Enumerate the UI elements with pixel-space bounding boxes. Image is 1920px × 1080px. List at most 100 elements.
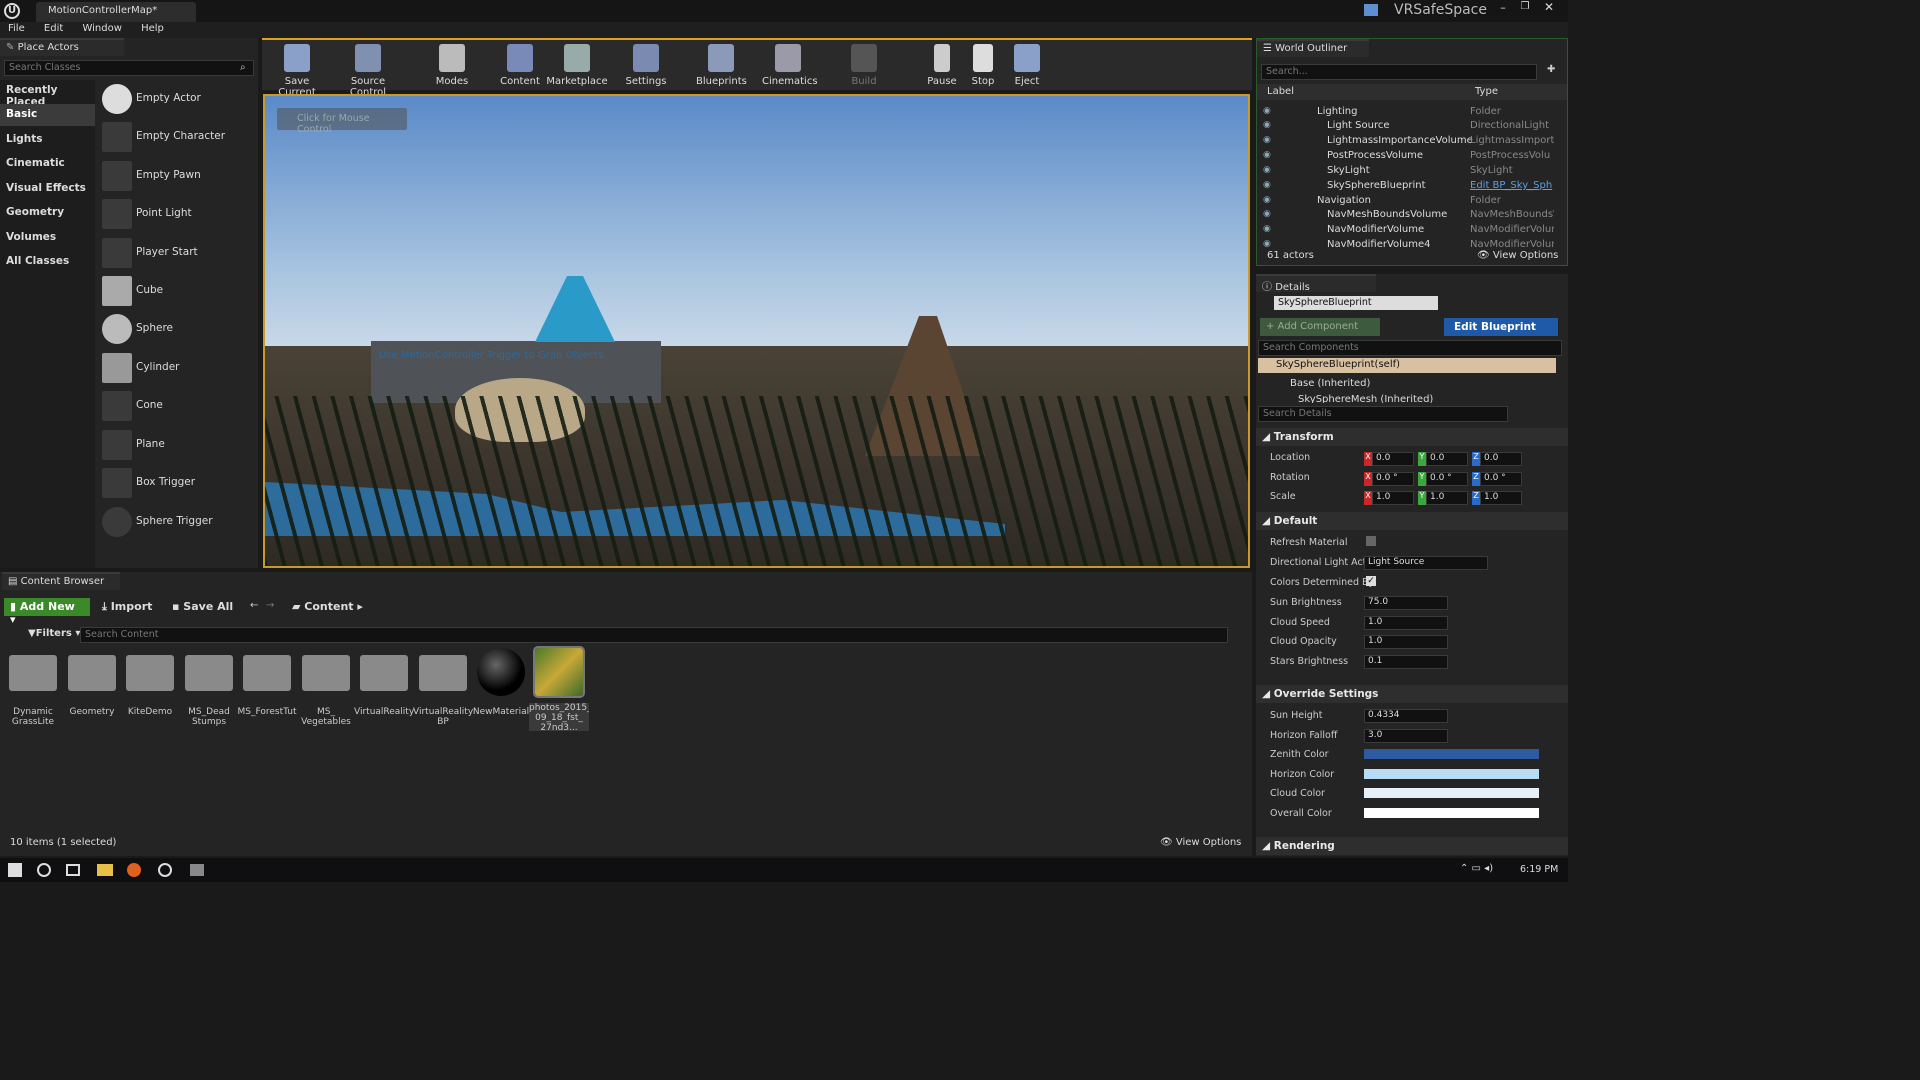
- outliner-row[interactable]: ◉ LightmassImportanceVolume LightmassImpor…: [1257, 134, 1557, 149]
- transform-section[interactable]: ◢ Transform: [1256, 428, 1568, 446]
- object-name-field[interactable]: SkySphereBlueprint: [1274, 296, 1438, 310]
- outliner-row[interactable]: ◉ Navigation Folder: [1257, 194, 1557, 209]
- cloud-color-swatch[interactable]: [1364, 788, 1539, 798]
- build-button[interactable]: Build: [846, 42, 882, 87]
- category-geometry[interactable]: Geometry: [0, 202, 95, 224]
- location-z-field[interactable]: 0.0: [1480, 452, 1522, 466]
- component-self-row[interactable]: SkySphereBlueprint(self): [1258, 358, 1556, 373]
- visibility-eye-icon[interactable]: ◉: [1263, 180, 1271, 190]
- refresh-material-checkbox[interactable]: [1366, 536, 1376, 546]
- category-lights[interactable]: Lights: [0, 129, 95, 151]
- search-details-input[interactable]: Search Details: [1258, 406, 1508, 422]
- stop-button[interactable]: Stop: [968, 42, 998, 87]
- horizon-falloff-field[interactable]: 3.0: [1364, 729, 1448, 743]
- visibility-eye-icon[interactable]: ◉: [1263, 239, 1271, 249]
- type-column-header[interactable]: Type: [1475, 86, 1498, 97]
- add-new-button[interactable]: ▮ Add New ▾: [4, 598, 90, 626]
- outliner-row[interactable]: ◉ NavMeshBoundsVolume NavMeshBounds\: [1257, 208, 1557, 223]
- cinematics-button[interactable]: Cinematics: [762, 42, 818, 87]
- pause-button[interactable]: Pause: [926, 42, 958, 87]
- sun-brightness-field[interactable]: 75.0: [1364, 596, 1448, 610]
- content-button[interactable]: Content: [498, 42, 542, 87]
- folder-icon[interactable]: [360, 655, 408, 691]
- actor-empty-actor[interactable]: Empty Actor: [100, 82, 255, 116]
- folder-icon[interactable]: [243, 655, 291, 691]
- actor-box-trigger[interactable]: Box Trigger: [100, 466, 255, 500]
- folder-icon[interactable]: [9, 655, 57, 691]
- add-icon[interactable]: ✚: [1547, 64, 1555, 75]
- back-arrow-icon[interactable]: ←: [250, 600, 258, 611]
- menu-help[interactable]: Help: [133, 22, 172, 35]
- visibility-eye-icon[interactable]: ◉: [1263, 224, 1271, 234]
- save-current-button[interactable]: Save Current: [266, 42, 328, 98]
- app-taskbar-icon[interactable]: [190, 864, 204, 876]
- windows-start-icon[interactable]: [8, 863, 22, 877]
- stars-brightness-field[interactable]: 0.1: [1364, 655, 1448, 669]
- label-column-header[interactable]: Label: [1267, 86, 1294, 97]
- rotation-y-field[interactable]: 0.0 °: [1426, 472, 1468, 486]
- default-section[interactable]: ◢ Default: [1256, 512, 1568, 530]
- menu-file[interactable]: File: [0, 22, 33, 35]
- filters-button[interactable]: ▼Filters ▾: [28, 628, 80, 639]
- rendering-section[interactable]: ◢ Rendering: [1256, 837, 1568, 855]
- actor-point-light[interactable]: Point Light: [100, 197, 255, 231]
- rotation-x-field[interactable]: 0.0 °: [1372, 472, 1414, 486]
- visibility-eye-icon[interactable]: ◉: [1263, 165, 1271, 175]
- minimize-button[interactable]: –: [1496, 1, 1510, 15]
- actor-player-start[interactable]: Player Start: [100, 236, 255, 270]
- actor-sphere[interactable]: Sphere: [100, 312, 255, 346]
- category-basic[interactable]: Basic: [0, 104, 95, 126]
- directional-light-actor-dropdown[interactable]: Light Source: [1364, 556, 1488, 570]
- task-view-icon[interactable]: [66, 864, 80, 876]
- unreal-taskbar-icon[interactable]: [158, 863, 172, 877]
- outliner-row[interactable]: ◉ Light Source DirectionalLight: [1257, 119, 1557, 134]
- source-control-button[interactable]: Source Control: [332, 42, 404, 98]
- outliner-type[interactable]: Edit BP_Sky_Sph: [1470, 180, 1554, 191]
- category-volumes[interactable]: Volumes: [0, 227, 95, 249]
- blueprints-button[interactable]: Blueprints: [696, 42, 747, 87]
- search-circle-icon[interactable]: [37, 863, 51, 877]
- system-tray-icons[interactable]: ⌃ ▭ ◂): [1460, 863, 1493, 874]
- settings-button[interactable]: Settings: [622, 42, 670, 87]
- outliner-search-input[interactable]: Search...: [1261, 64, 1537, 80]
- location-y-field[interactable]: 0.0: [1426, 452, 1468, 466]
- visibility-eye-icon[interactable]: ◉: [1263, 209, 1271, 219]
- sun-height-field[interactable]: 0.4334: [1364, 709, 1448, 723]
- eject-button[interactable]: Eject: [1010, 42, 1044, 87]
- menu-window[interactable]: Window: [74, 22, 129, 35]
- scale-x-field[interactable]: 1.0: [1372, 491, 1414, 505]
- actor-empty-pawn[interactable]: Empty Pawn: [100, 159, 255, 193]
- marketplace-button[interactable]: Marketplace: [546, 42, 608, 87]
- outliner-view-options[interactable]: 👁 View Options: [1477, 250, 1558, 261]
- category-recently-placed[interactable]: Recently Placed: [0, 80, 95, 108]
- sky-sphere-mesh-row[interactable]: SkySphereMesh (Inherited): [1298, 394, 1433, 403]
- actor-cube[interactable]: Cube: [100, 274, 255, 308]
- visibility-eye-icon[interactable]: ◉: [1263, 135, 1271, 145]
- colors-determined-by-checkbox[interactable]: ✓: [1366, 576, 1376, 586]
- actor-plane[interactable]: Plane: [100, 428, 255, 462]
- save-all-button[interactable]: ▪ Save All: [172, 600, 233, 613]
- outliner-row[interactable]: ◉ NavModifierVolume NavModifierVolun: [1257, 223, 1557, 238]
- base-inherited-row[interactable]: Base (Inherited): [1290, 378, 1370, 389]
- file-explorer-icon[interactable]: [97, 864, 113, 876]
- menu-edit[interactable]: Edit: [36, 22, 71, 35]
- visibility-eye-icon[interactable]: ◉: [1263, 150, 1271, 160]
- actor-empty-character[interactable]: Empty Character: [100, 120, 255, 154]
- level-tab[interactable]: MotionControllerMap*: [36, 2, 196, 22]
- edit-blueprint-button[interactable]: Edit Blueprint: [1444, 318, 1558, 336]
- cb-view-options[interactable]: 👁 View Options: [1160, 837, 1241, 848]
- visibility-eye-icon[interactable]: ◉: [1263, 106, 1271, 116]
- close-button[interactable]: ✕: [1542, 0, 1556, 14]
- folder-icon[interactable]: [68, 655, 116, 691]
- search-classes-input[interactable]: Search Classes: [4, 60, 254, 76]
- rotation-z-field[interactable]: 0.0 °: [1480, 472, 1522, 486]
- cloud-opacity-field[interactable]: 1.0: [1364, 635, 1448, 649]
- folder-icon[interactable]: [185, 655, 233, 691]
- cloud-speed-field[interactable]: 1.0: [1364, 616, 1448, 630]
- folder-icon[interactable]: [302, 655, 350, 691]
- zenith-color-swatch[interactable]: [1364, 749, 1539, 759]
- path-content[interactable]: ▰ Content ▸: [292, 600, 363, 613]
- horizon-color-swatch[interactable]: [1364, 769, 1539, 779]
- forward-arrow-icon[interactable]: →: [266, 600, 274, 611]
- place-actors-tab[interactable]: ✎ Place Actors: [0, 38, 124, 56]
